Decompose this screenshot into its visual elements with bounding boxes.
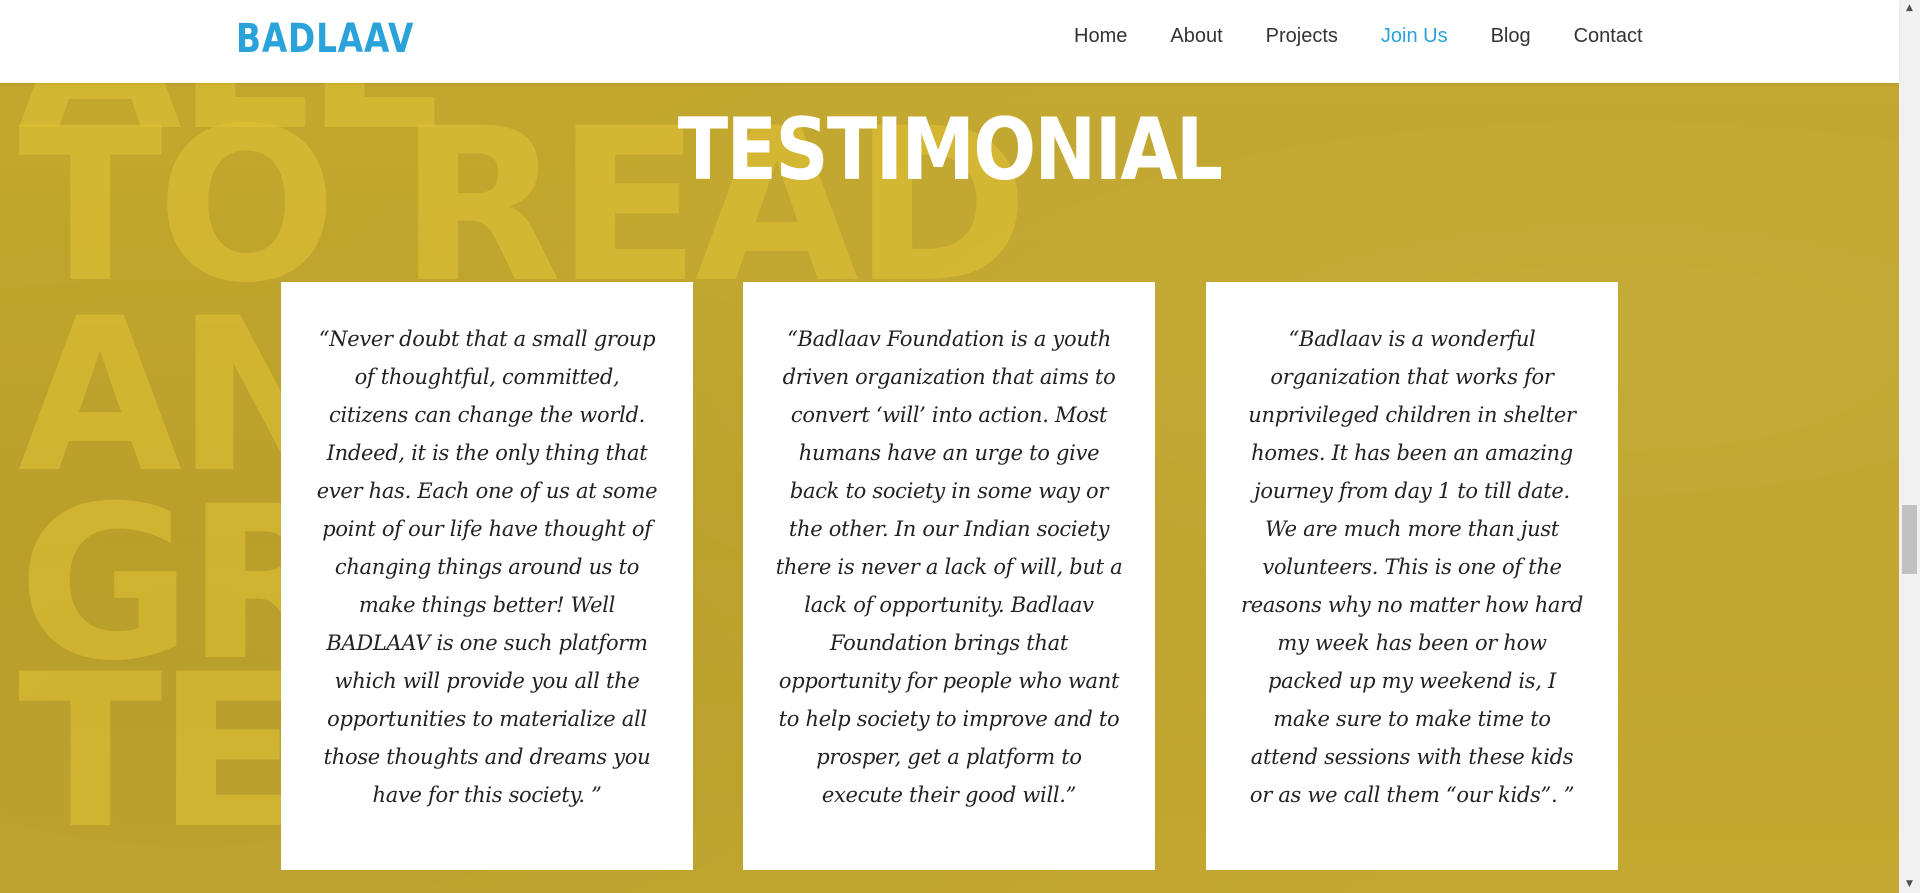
site-logo[interactable]: BADLAAV — [236, 16, 414, 62]
main-nav: Home About Projects Join Us Blog Contact — [1074, 25, 1686, 48]
testimonial-quote: “Badlaav Foundation is a youth driven or… — [775, 327, 1123, 807]
testimonial-card: “Badlaav Foundation is a youth driven or… — [743, 282, 1155, 870]
triangle-up-icon[interactable]: ▲ — [1899, 0, 1920, 17]
nav-item-projects[interactable]: Projects — [1266, 25, 1338, 48]
nav-item-contact[interactable]: Contact — [1574, 25, 1643, 48]
nav-item-join-us[interactable]: Join Us — [1381, 25, 1448, 48]
scrollbar-thumb[interactable] — [1902, 505, 1917, 574]
testimonial-section: ALL TO READ AN GR TE TESTIMONIAL “Never … — [0, 0, 1899, 893]
nav-item-home[interactable]: Home — [1074, 25, 1127, 48]
testimonial-card: “Never doubt that a small group of thoug… — [281, 282, 693, 870]
nav-item-blog[interactable]: Blog — [1491, 25, 1531, 48]
vertical-scrollbar[interactable]: ▲ ▼ — [1899, 0, 1920, 893]
background-word: TE — [18, 628, 301, 875]
testimonial-card: “Badlaav is a wonderful organization tha… — [1206, 282, 1618, 870]
nav-item-about[interactable]: About — [1170, 25, 1222, 48]
section-title: TESTIMONIAL — [677, 100, 1223, 200]
testimonial-quote: “Badlaav is a wonderful organization tha… — [1240, 327, 1584, 807]
triangle-down-icon[interactable]: ▼ — [1899, 876, 1920, 893]
testimonial-quote: “Never doubt that a small group of thoug… — [316, 327, 658, 807]
site-header: BADLAAV Home About Projects Join Us Blog… — [0, 0, 1899, 83]
